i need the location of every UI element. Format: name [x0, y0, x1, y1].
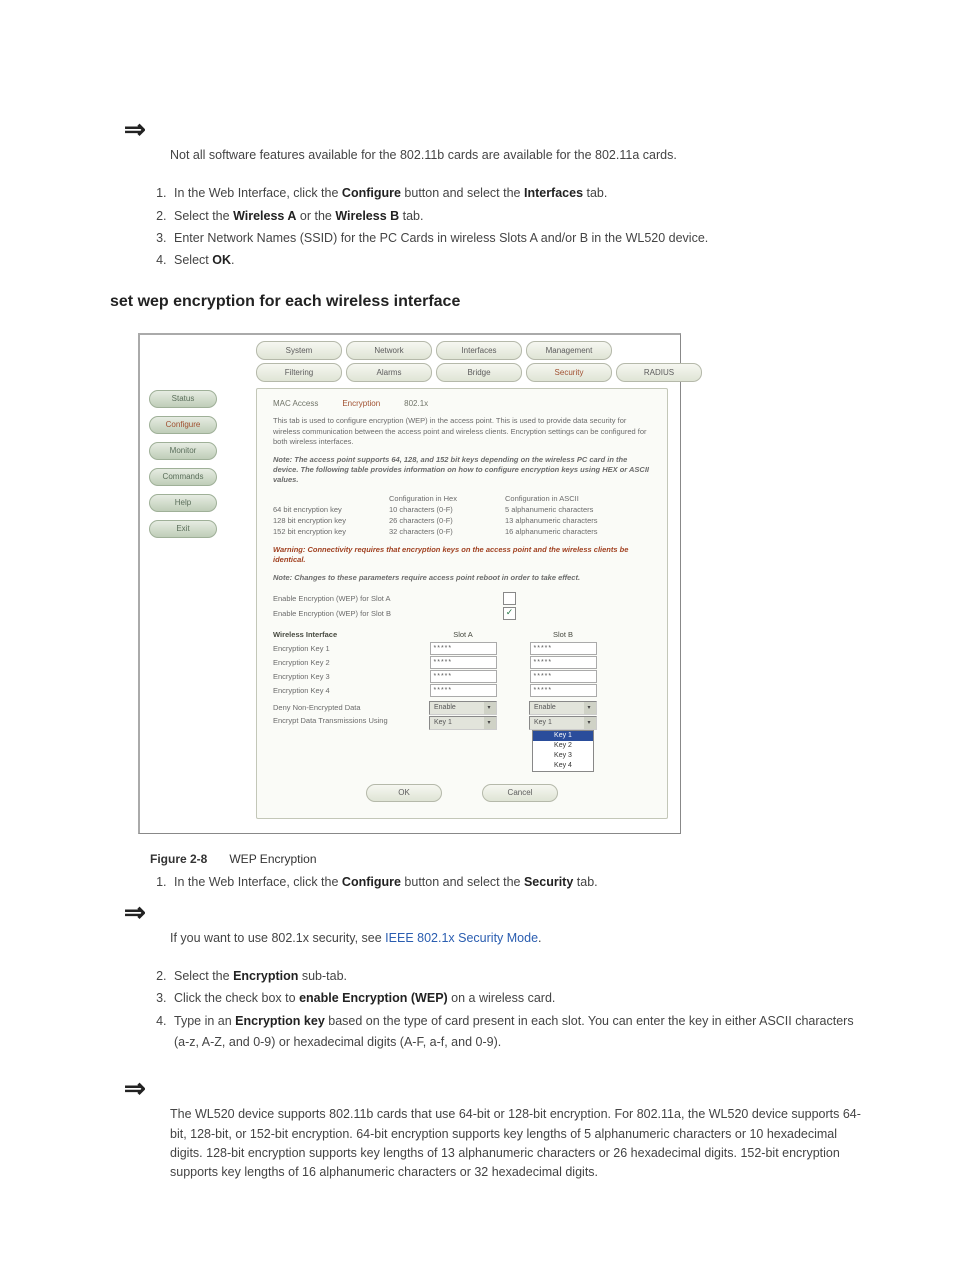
- figure-caption: Figure 2-8WEP Encryption: [150, 852, 864, 866]
- key-row-2: Encryption Key 2 ***** *****: [273, 656, 651, 669]
- key-row-3: Encryption Key 3 ***** *****: [273, 670, 651, 683]
- key-row-1: Encryption Key 1 ***** *****: [273, 642, 651, 655]
- section-heading: set wep encryption for each wireless int…: [110, 293, 864, 311]
- nav-help[interactable]: Help: [149, 494, 217, 512]
- key3-slot-a-input[interactable]: *****: [430, 670, 497, 683]
- enable-wep-a-label: Enable Encryption (WEP) for Slot A: [273, 594, 503, 603]
- tab-filtering[interactable]: Filtering: [256, 363, 342, 382]
- wep-screenshot-panel: Status Configure Monitor Commands Help E…: [138, 333, 681, 833]
- reboot-note: Note: Changes to these parameters requir…: [273, 573, 651, 583]
- nav-configure[interactable]: Configure: [149, 416, 217, 434]
- nav-commands[interactable]: Commands: [149, 468, 217, 486]
- encrypt-slot-a-select[interactable]: Key 1▾: [429, 716, 497, 730]
- step-4: Type in an Encryption key based on the t…: [170, 1011, 864, 1054]
- step-3: Click the check box to enable Encryption…: [170, 988, 864, 1009]
- step-1: In the Web Interface, click the Configur…: [170, 183, 864, 204]
- chevron-down-icon: ▾: [484, 702, 496, 714]
- security-card: MAC Access Encryption 802.1x This tab is…: [256, 388, 668, 818]
- key4-slot-a-input[interactable]: *****: [430, 684, 497, 697]
- subtab-encryption[interactable]: Encryption: [342, 399, 380, 408]
- note-arrow-icon: ⇒: [124, 1075, 864, 1101]
- subtab-mac-access[interactable]: MAC Access: [273, 399, 318, 408]
- intro-note-keys: Note: The access point supports 64, 128,…: [273, 455, 651, 485]
- sub-tabs: MAC Access Encryption 802.1x: [273, 399, 651, 408]
- nav-monitor[interactable]: Monitor: [149, 442, 217, 460]
- enable-wep-b-label: Enable Encryption (WEP) for Slot B: [273, 609, 503, 618]
- tab-radius[interactable]: RADIUS: [616, 363, 702, 382]
- warning-text: Warning: Connectivity requires that encr…: [273, 545, 651, 565]
- ieee-8021x-link[interactable]: IEEE 802.1x Security Mode: [385, 931, 538, 945]
- step-4: Select OK.: [170, 250, 864, 271]
- table-row: 64 bit encryption key10 characters (0-F)…: [273, 504, 651, 515]
- intro-text-1: This tab is used to configure encryption…: [273, 416, 651, 446]
- key-length-table: Configuration in Hex Configuration in AS…: [273, 493, 651, 537]
- enable-wep-a-checkbox[interactable]: [503, 592, 516, 605]
- steps-security-cont: Select the Encryption sub-tab. Click the…: [144, 966, 864, 1053]
- enable-wep-b-checkbox[interactable]: ✓: [503, 607, 516, 620]
- encrypt-slot-b-dropdown[interactable]: Key 1 Key 2 Key 3 Key 4: [532, 730, 594, 772]
- key2-slot-b-input[interactable]: *****: [530, 656, 597, 669]
- feature-note: Not all software features available for …: [170, 146, 864, 165]
- left-nav: Status Configure Monitor Commands Help E…: [140, 335, 226, 550]
- nav-exit[interactable]: Exit: [149, 520, 217, 538]
- tab-system[interactable]: System: [256, 341, 342, 360]
- deny-non-encrypted-label: Deny Non-Encrypted Data: [273, 703, 413, 712]
- subtab-8021x[interactable]: 802.1x: [404, 399, 428, 408]
- tab-security[interactable]: Security: [526, 363, 612, 382]
- key2-slot-a-input[interactable]: *****: [430, 656, 497, 669]
- encrypt-slot-b-select[interactable]: Key 1▾: [529, 716, 597, 730]
- step-3: Enter Network Names (SSID) for the PC Ca…: [170, 228, 864, 249]
- table-row: 152 bit encryption key32 characters (0-F…: [273, 526, 651, 537]
- step-2: Select the Wireless A or the Wireless B …: [170, 206, 864, 227]
- cancel-button[interactable]: Cancel: [482, 784, 558, 802]
- wi-header: Wireless Interface Slot A Slot B: [273, 630, 651, 639]
- tab-alarms[interactable]: Alarms: [346, 363, 432, 382]
- dropdown-option[interactable]: Key 4: [533, 761, 593, 771]
- key3-slot-b-input[interactable]: *****: [530, 670, 597, 683]
- note-arrow-icon: ⇒: [124, 899, 864, 925]
- secondary-tabs: Filtering Alarms Bridge Security RADIUS: [256, 363, 706, 382]
- encrypt-using-label: Encrypt Data Transmissions Using: [273, 716, 413, 725]
- nav-status[interactable]: Status: [149, 390, 217, 408]
- key-row-4: Encryption Key 4 ***** *****: [273, 684, 651, 697]
- key1-slot-b-input[interactable]: *****: [530, 642, 597, 655]
- tab-interfaces[interactable]: Interfaces: [436, 341, 522, 360]
- key1-slot-a-input[interactable]: *****: [430, 642, 497, 655]
- tab-network[interactable]: Network: [346, 341, 432, 360]
- primary-tabs: System Network Interfaces Management: [256, 341, 706, 360]
- deny-slot-b-select[interactable]: Enable▾: [529, 701, 597, 715]
- dropdown-option[interactable]: Key 3: [533, 751, 593, 761]
- encryption-support-note: The WL520 device supports 802.11b cards …: [170, 1105, 864, 1183]
- step-2: Select the Encryption sub-tab.: [170, 966, 864, 987]
- step-1: In the Web Interface, click the Configur…: [170, 872, 864, 893]
- chevron-down-icon: ▾: [584, 702, 596, 714]
- deny-slot-a-select[interactable]: Enable▾: [429, 701, 497, 715]
- tab-bridge[interactable]: Bridge: [436, 363, 522, 382]
- ok-button[interactable]: OK: [366, 784, 442, 802]
- chevron-down-icon: ▾: [484, 717, 496, 729]
- 8021x-note: If you want to use 802.1x security, see …: [170, 929, 864, 948]
- dropdown-option[interactable]: Key 1: [533, 731, 593, 741]
- chevron-down-icon: ▾: [584, 717, 596, 729]
- note-arrow-icon: ⇒: [124, 116, 864, 142]
- table-row: 128 bit encryption key26 characters (0-F…: [273, 515, 651, 526]
- tab-management[interactable]: Management: [526, 341, 612, 360]
- steps-interfaces: In the Web Interface, click the Configur…: [144, 183, 864, 271]
- dropdown-option[interactable]: Key 2: [533, 741, 593, 751]
- steps-security: In the Web Interface, click the Configur…: [144, 872, 864, 893]
- key4-slot-b-input[interactable]: *****: [530, 684, 597, 697]
